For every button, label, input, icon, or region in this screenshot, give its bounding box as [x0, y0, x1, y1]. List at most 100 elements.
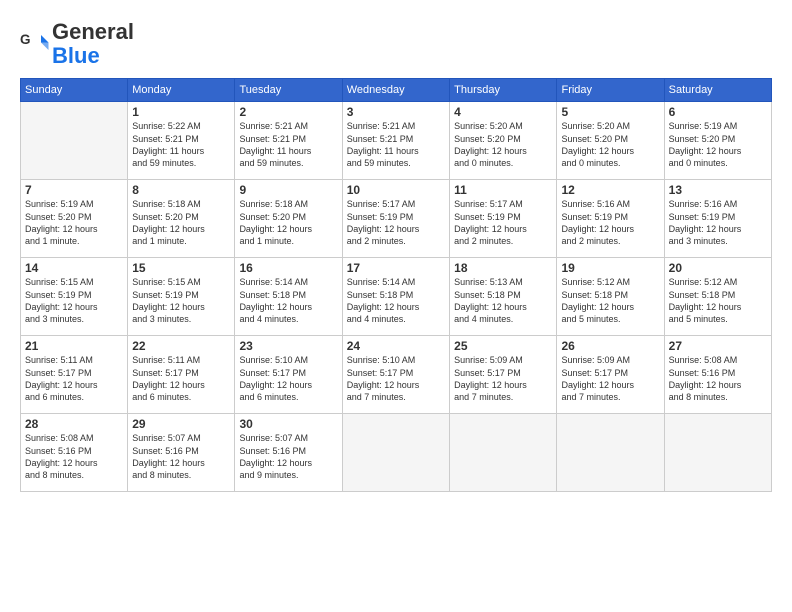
day-info: Sunrise: 5:14 AM Sunset: 5:18 PM Dayligh…	[347, 276, 445, 325]
table-row: 12Sunrise: 5:16 AM Sunset: 5:19 PM Dayli…	[557, 180, 664, 258]
table-row: 6Sunrise: 5:19 AM Sunset: 5:20 PM Daylig…	[664, 102, 771, 180]
day-info: Sunrise: 5:12 AM Sunset: 5:18 PM Dayligh…	[561, 276, 659, 325]
day-number: 7	[25, 183, 123, 197]
table-row: 18Sunrise: 5:13 AM Sunset: 5:18 PM Dayli…	[450, 258, 557, 336]
day-info: Sunrise: 5:09 AM Sunset: 5:17 PM Dayligh…	[454, 354, 552, 403]
day-number: 9	[239, 183, 337, 197]
table-row: 30Sunrise: 5:07 AM Sunset: 5:16 PM Dayli…	[235, 414, 342, 492]
day-info: Sunrise: 5:12 AM Sunset: 5:18 PM Dayligh…	[669, 276, 767, 325]
calendar-week-row: 14 Sunrise: 5:15 AM Sunset: 5:19 PM Dayli…	[21, 258, 772, 336]
table-row: 22Sunrise: 5:11 AM Sunset: 5:17 PM Dayli…	[128, 336, 235, 414]
header: G General Blue	[20, 20, 772, 68]
calendar-table: Sunday Monday Tuesday Wednesday Thursday…	[20, 78, 772, 492]
col-friday: Friday	[557, 79, 664, 102]
day-info: Sunrise: 5:22 AM Sunset: 5:21 PM Dayligh…	[132, 120, 230, 169]
day-number: 3	[347, 105, 445, 119]
day-number: 8	[132, 183, 230, 197]
day-number: 20	[669, 261, 767, 275]
col-saturday: Saturday	[664, 79, 771, 102]
day-info: Sunrise: 5:08 AM Sunset: 5:16 PM Dayligh…	[669, 354, 767, 403]
calendar-header-row: Sunday Monday Tuesday Wednesday Thursday…	[21, 79, 772, 102]
day-number: 1	[132, 105, 230, 119]
table-row: 10Sunrise: 5:17 AM Sunset: 5:19 PM Dayli…	[342, 180, 449, 258]
day-info: Sunrise: 5:20 AM Sunset: 5:20 PM Dayligh…	[561, 120, 659, 169]
day-number: 5	[561, 105, 659, 119]
table-row: 20Sunrise: 5:12 AM Sunset: 5:18 PM Dayli…	[664, 258, 771, 336]
day-number: 23	[239, 339, 337, 353]
table-row: 23Sunrise: 5:10 AM Sunset: 5:17 PM Dayli…	[235, 336, 342, 414]
table-row: 5Sunrise: 5:20 AM Sunset: 5:20 PM Daylig…	[557, 102, 664, 180]
table-row: 15Sunrise: 5:15 AM Sunset: 5:19 PM Dayli…	[128, 258, 235, 336]
table-row: 4Sunrise: 5:20 AM Sunset: 5:20 PM Daylig…	[450, 102, 557, 180]
day-info: Sunrise: 5:11 AM Sunset: 5:17 PM Dayligh…	[25, 354, 123, 403]
day-info: Sunrise: 5:17 AM Sunset: 5:19 PM Dayligh…	[347, 198, 445, 247]
svg-text:G: G	[20, 32, 31, 47]
col-monday: Monday	[128, 79, 235, 102]
day-info: Sunrise: 5:15 AM Sunset: 5:19 PM Dayligh…	[132, 276, 230, 325]
table-row: 26Sunrise: 5:09 AM Sunset: 5:17 PM Dayli…	[557, 336, 664, 414]
day-number: 12	[561, 183, 659, 197]
table-row: 7Sunrise: 5:19 AM Sunset: 5:20 PM Daylig…	[21, 180, 128, 258]
day-number: 13	[669, 183, 767, 197]
logo-icon: G	[20, 29, 50, 59]
day-info: Sunrise: 5:17 AM Sunset: 5:19 PM Dayligh…	[454, 198, 552, 247]
day-number: 27	[669, 339, 767, 353]
day-info: Sunrise: 5:13 AM Sunset: 5:18 PM Dayligh…	[454, 276, 552, 325]
day-number: 2	[239, 105, 337, 119]
day-number: 6	[669, 105, 767, 119]
table-row: 16Sunrise: 5:14 AM Sunset: 5:18 PM Dayli…	[235, 258, 342, 336]
day-info: Sunrise: 5:16 AM Sunset: 5:19 PM Dayligh…	[669, 198, 767, 247]
day-info: Sunrise: 5:10 AM Sunset: 5:17 PM Dayligh…	[347, 354, 445, 403]
day-number: 28	[25, 417, 123, 431]
day-info: Sunrise: 5:18 AM Sunset: 5:20 PM Dayligh…	[132, 198, 230, 247]
day-info: Sunrise: 5:07 AM Sunset: 5:16 PM Dayligh…	[132, 432, 230, 481]
table-row: 14Sunrise: 5:15 AM Sunset: 5:19 PM Dayli…	[21, 258, 128, 336]
logo: G General Blue	[20, 20, 134, 68]
table-row: 27Sunrise: 5:08 AM Sunset: 5:16 PM Dayli…	[664, 336, 771, 414]
day-info: Sunrise: 5:21 AM Sunset: 5:21 PM Dayligh…	[239, 120, 337, 169]
day-number: 4	[454, 105, 552, 119]
table-row: 13Sunrise: 5:16 AM Sunset: 5:19 PM Dayli…	[664, 180, 771, 258]
day-number: 17	[347, 261, 445, 275]
table-row: 24Sunrise: 5:10 AM Sunset: 5:17 PM Dayli…	[342, 336, 449, 414]
table-row: 8Sunrise: 5:18 AM Sunset: 5:20 PM Daylig…	[128, 180, 235, 258]
table-row	[342, 414, 449, 492]
day-info: Sunrise: 5:19 AM Sunset: 5:20 PM Dayligh…	[669, 120, 767, 169]
col-sunday: Sunday	[21, 79, 128, 102]
col-tuesday: Tuesday	[235, 79, 342, 102]
col-wednesday: Wednesday	[342, 79, 449, 102]
day-number: 16	[239, 261, 337, 275]
day-number: 22	[132, 339, 230, 353]
calendar-week-row: 21Sunrise: 5:11 AM Sunset: 5:17 PM Dayli…	[21, 336, 772, 414]
day-info: Sunrise: 5:19 AM Sunset: 5:20 PM Dayligh…	[25, 198, 123, 247]
day-info: Sunrise: 5:14 AM Sunset: 5:18 PM Dayligh…	[239, 276, 337, 325]
table-row: 2Sunrise: 5:21 AM Sunset: 5:21 PM Daylig…	[235, 102, 342, 180]
table-row: 21Sunrise: 5:11 AM Sunset: 5:17 PM Dayli…	[21, 336, 128, 414]
day-info: Sunrise: 5:21 AM Sunset: 5:21 PM Dayligh…	[347, 120, 445, 169]
day-number: 18	[454, 261, 552, 275]
day-number: 10	[347, 183, 445, 197]
day-info: Sunrise: 5:08 AM Sunset: 5:16 PM Dayligh…	[25, 432, 123, 481]
table-row	[450, 414, 557, 492]
table-row: 28Sunrise: 5:08 AM Sunset: 5:16 PM Dayli…	[21, 414, 128, 492]
day-info: Sunrise: 5:18 AM Sunset: 5:20 PM Dayligh…	[239, 198, 337, 247]
day-info: Sunrise: 5:07 AM Sunset: 5:16 PM Dayligh…	[239, 432, 337, 481]
page: G General Blue Sunday Monday Tuesday Wed…	[0, 0, 792, 612]
table-row	[664, 414, 771, 492]
table-row: 3Sunrise: 5:21 AM Sunset: 5:21 PM Daylig…	[342, 102, 449, 180]
day-info: Sunrise: 5:20 AM Sunset: 5:20 PM Dayligh…	[454, 120, 552, 169]
day-number: 19	[561, 261, 659, 275]
day-number: 24	[347, 339, 445, 353]
table-row	[21, 102, 128, 180]
table-row: 29Sunrise: 5:07 AM Sunset: 5:16 PM Dayli…	[128, 414, 235, 492]
day-number: 14	[25, 261, 123, 275]
day-info: Sunrise: 5:09 AM Sunset: 5:17 PM Dayligh…	[561, 354, 659, 403]
day-info: Sunrise: 5:10 AM Sunset: 5:17 PM Dayligh…	[239, 354, 337, 403]
logo-general: General	[52, 19, 134, 44]
table-row: 17Sunrise: 5:14 AM Sunset: 5:18 PM Dayli…	[342, 258, 449, 336]
table-row: 1Sunrise: 5:22 AM Sunset: 5:21 PM Daylig…	[128, 102, 235, 180]
day-number: 11	[454, 183, 552, 197]
logo-blue: Blue	[52, 43, 100, 68]
day-number: 21	[25, 339, 123, 353]
calendar-week-row: 1Sunrise: 5:22 AM Sunset: 5:21 PM Daylig…	[21, 102, 772, 180]
